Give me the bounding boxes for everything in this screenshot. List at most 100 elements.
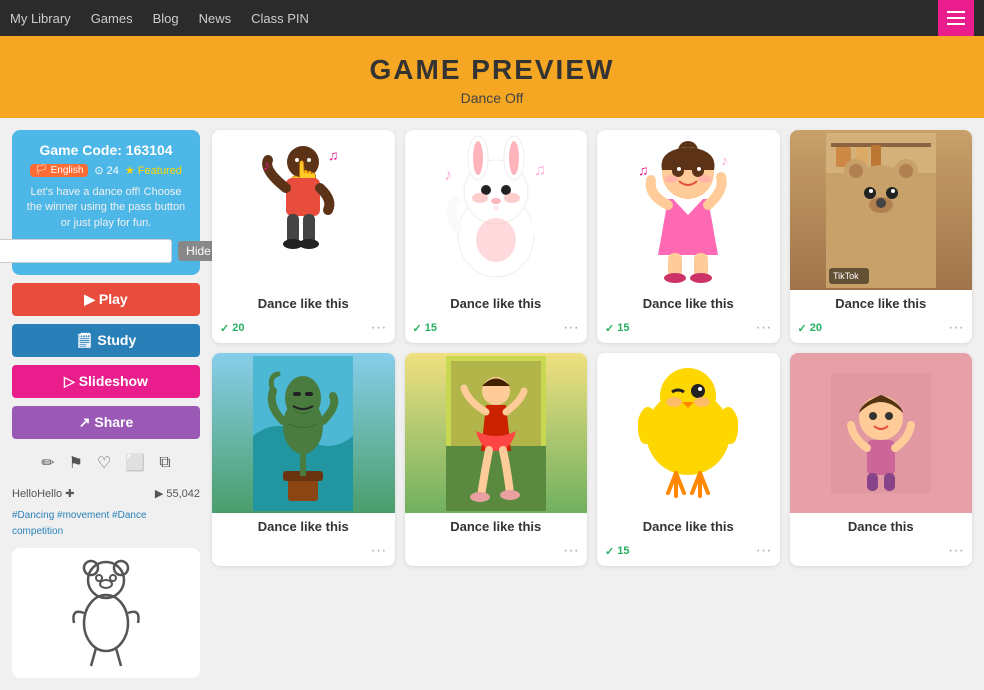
slideshow-button[interactable]: ▷ Slideshow — [12, 365, 200, 398]
top-navigation: My Library Games Blog News Class PIN — [0, 0, 984, 36]
card-4-image: TikTok — [790, 130, 973, 290]
nav-games[interactable]: Games — [91, 11, 133, 26]
card-7-more[interactable]: ··· — [756, 542, 772, 560]
sidebar-tags: #Dancing #movement #Dance competition — [12, 508, 200, 540]
check-icon-7: ✓ — [605, 545, 614, 558]
svg-text:♪: ♪ — [444, 167, 452, 184]
card-6-image — [405, 353, 588, 513]
card-4-label: Dance like this — [790, 290, 973, 315]
flag-tool-button[interactable]: ⚑ — [65, 451, 87, 475]
card-2-votes: ✓ 15 — [413, 322, 437, 335]
card-3-votes: ✓ 15 — [605, 322, 629, 335]
svg-text:♫: ♫ — [328, 147, 339, 163]
card-7-label: Dance like this — [597, 513, 780, 538]
groot-svg — [253, 356, 353, 511]
check-icon-3: ✓ — [605, 322, 614, 335]
card-6: Dance like this ✓ 0 ··· — [405, 353, 588, 566]
svg-text:♪: ♪ — [263, 157, 270, 173]
game-code-badges: 🏳 English ⊙ 24 ★ Featured — [24, 164, 188, 177]
copy-tool-button[interactable]: ⧉ — [155, 451, 174, 475]
card-3-more[interactable]: ··· — [756, 319, 772, 337]
card-8-more[interactable]: ··· — [948, 542, 964, 560]
hide-row: Hide — [24, 239, 188, 263]
check-icon-4: ✓ — [798, 322, 807, 335]
nav-blog[interactable]: Blog — [153, 11, 179, 26]
hamburger-line — [947, 17, 965, 19]
card-4-footer: ✓ 20 ··· — [790, 315, 973, 343]
nav-class-pin[interactable]: Class PIN — [251, 11, 309, 26]
card-7: Dance like this ✓ 15 ··· — [597, 353, 780, 566]
folder-tool-button[interactable]: ⬜ — [121, 451, 149, 475]
hamburger-line — [947, 23, 965, 25]
hamburger-line — [947, 11, 965, 13]
svg-text:♫: ♫ — [534, 162, 546, 179]
card-8-label: Dance this — [790, 513, 973, 538]
check-icon-2: ✓ — [413, 322, 422, 335]
play-count: ▶ 55,042 — [155, 487, 200, 500]
card-6-more[interactable]: ··· — [563, 542, 579, 560]
card-2: ∪ ♪ ♫ Dance like this ✓ 15 · — [405, 130, 588, 343]
card-5-label: Dance like this — [212, 513, 395, 538]
bunny-svg: ∪ ♪ ♫ — [436, 130, 556, 290]
svg-text:∪: ∪ — [493, 203, 499, 212]
page-title: Game Preview — [0, 54, 984, 86]
card-8: Dance this ✓ 0 ··· — [790, 353, 973, 566]
card-1-votes: ✓ 20 — [220, 322, 244, 335]
card-1-more[interactable]: ··· — [371, 319, 387, 337]
card-3: ♫ ♪ Dance like this ✓ 15 ··· — [597, 130, 780, 343]
share-button[interactable]: ↗ Share — [12, 406, 200, 439]
card-4-more[interactable]: ··· — [948, 319, 964, 337]
svg-text:♫: ♫ — [638, 162, 649, 178]
dancing-person-svg: 👆 ♪ ♫ — [253, 140, 353, 280]
game-code-description: Let's have a dance off! Choose the winne… — [24, 185, 188, 231]
chick-svg — [638, 358, 738, 508]
nav-news[interactable]: News — [199, 11, 232, 26]
card-4-votes: ✓ 20 — [798, 322, 822, 335]
card-1: 👆 ♪ ♫ Dance li — [212, 130, 395, 343]
card-2-more[interactable]: ··· — [563, 319, 579, 337]
card-6-footer: ✓ 0 ··· — [405, 538, 588, 566]
card-3-label: Dance like this — [597, 290, 780, 315]
card-3-image: ♫ ♪ — [597, 130, 780, 290]
card-5: Dance like this ✓ 0 ··· — [212, 353, 395, 566]
badge-featured: ★ Featured — [125, 164, 182, 177]
main-layout: Game Code: 163104 🏳 English ⊙ 24 ★ Featu… — [0, 118, 984, 690]
bear-costume-svg: TikTok — [826, 133, 936, 288]
card-1-footer: ✓ 20 ··· — [212, 315, 395, 343]
badge-count: ⊙ 24 — [94, 164, 119, 177]
card-2-footer: ✓ 15 ··· — [405, 315, 588, 343]
play-button[interactable]: ▶ Play — [12, 283, 200, 316]
study-button[interactable]: 🗒 Study — [12, 324, 200, 357]
page-subtitle: Dance Off — [0, 90, 984, 106]
card-2-image: ∪ ♪ ♫ — [405, 130, 588, 290]
card-3-footer: ✓ 15 ··· — [597, 315, 780, 343]
nav-menu-button[interactable] — [938, 0, 974, 36]
nav-my-library[interactable]: My Library — [10, 11, 71, 26]
card-8-footer: ✓ 0 ··· — [790, 538, 973, 566]
card-8-image — [790, 353, 973, 513]
ballerina-svg — [446, 356, 546, 511]
card-6-label: Dance like this — [405, 513, 588, 538]
hide-input[interactable] — [0, 239, 172, 263]
svg-text:TikTok: TikTok — [833, 271, 859, 281]
game-code-box: Game Code: 163104 🏳 English ⊙ 24 ★ Featu… — [12, 130, 200, 275]
child-svg — [831, 373, 931, 493]
svg-text:♪: ♪ — [721, 152, 728, 168]
card-4: TikTok Dance like this ✓ 20 ··· — [790, 130, 973, 343]
card-1-label: Dance like this — [212, 290, 395, 315]
edit-tool-button[interactable]: ✏ — [37, 451, 58, 475]
card-7-footer: ✓ 15 ··· — [597, 538, 780, 566]
card-7-votes: ✓ 15 — [605, 545, 629, 558]
check-icon: ✓ — [220, 322, 229, 335]
sidebar-preview — [12, 548, 200, 678]
card-1-image: 👆 ♪ ♫ — [212, 130, 395, 290]
cards-grid: 👆 ♪ ♫ Dance li — [212, 130, 972, 678]
sidebar: Game Code: 163104 🏳 English ⊙ 24 ★ Featu… — [12, 130, 200, 678]
card-5-more[interactable]: ··· — [371, 542, 387, 560]
sidebar-meta: HelloHello ✚ ▶ 55,042 — [12, 487, 200, 500]
badge-english: 🏳 English — [30, 164, 88, 177]
author-name: HelloHello ✚ — [12, 487, 74, 500]
sidebar-tools: ✏ ⚑ ♡ ⬜ ⧉ — [12, 447, 200, 479]
heart-tool-button[interactable]: ♡ — [93, 451, 115, 475]
game-code-title: Game Code: 163104 — [24, 142, 188, 158]
